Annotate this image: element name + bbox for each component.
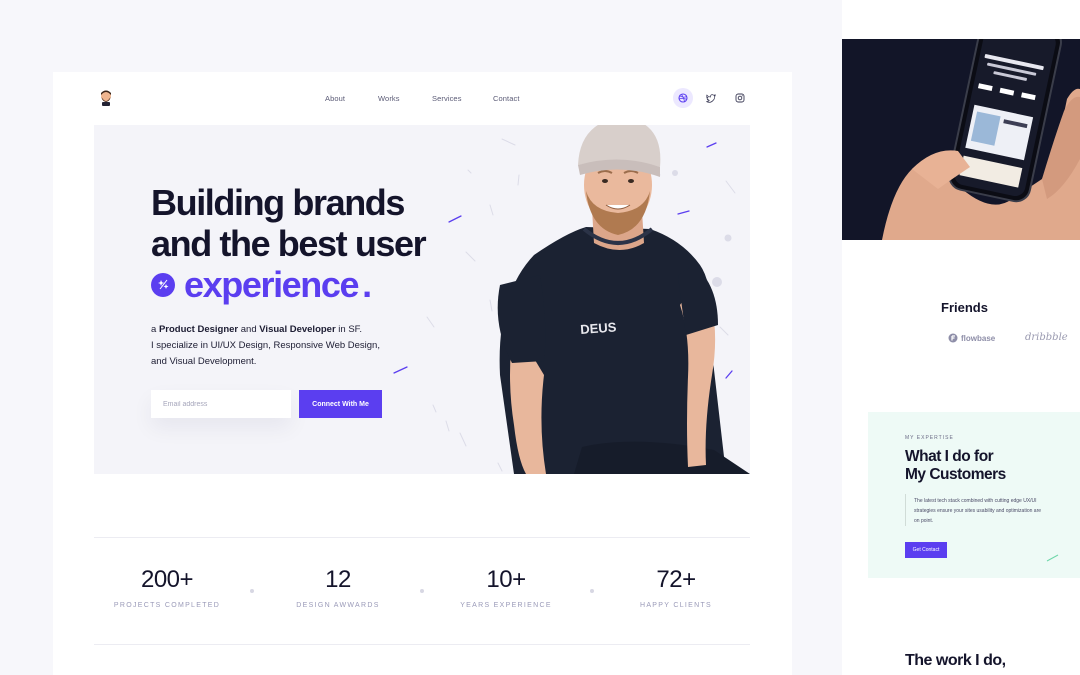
stat-label: HAPPY CLIENTS <box>639 602 712 609</box>
get-contact-button[interactable]: Get Contact <box>905 542 947 558</box>
expertise-tag: MY EXPERTISE <box>905 435 954 441</box>
expertise-card: MY EXPERTISE What I do for My Customers … <box>868 412 1080 578</box>
hero-portrait: DEUS <box>497 125 750 474</box>
email-input[interactable] <box>151 390 291 418</box>
stat-label: DESIGN AWWARDS <box>296 602 380 609</box>
hero-title-line1: Building brands <box>151 182 405 223</box>
nav-about[interactable]: About <box>325 94 345 103</box>
connect-button[interactable]: Connect With Me <box>299 390 382 418</box>
stats-divider-top <box>94 537 750 538</box>
stat-separator <box>590 589 594 593</box>
expertise-quote-bar <box>905 494 906 526</box>
stat-value: 200+ <box>140 566 194 593</box>
flowbase-icon <box>948 333 958 343</box>
expertise-text: The latest tech stack combined with cutt… <box>914 498 1042 524</box>
confetti-decoration <box>1046 554 1059 562</box>
desc-prefix: a <box>151 324 159 335</box>
hero-title-accent: experience <box>184 264 360 305</box>
stat-label: YEARS EXPERIENCE <box>460 602 552 609</box>
hero-title: Building brands and the best user experi… <box>151 182 427 305</box>
desc-and: and <box>238 324 260 335</box>
desc-line2: I specialize in UI/UX Design, Responsive… <box>151 340 380 351</box>
hero-title-line2: and the best user <box>151 223 427 264</box>
side-panel-top <box>842 0 1080 39</box>
expertise-title-line2: My Customers <box>905 466 1006 483</box>
dribbble-logo[interactable]: dribbble <box>1025 332 1068 343</box>
expertise-title: What I do for My Customers <box>905 448 1006 484</box>
nav-contact[interactable]: Contact <box>493 94 520 103</box>
stat-label: PROJECTS COMPLETED <box>113 602 221 609</box>
stat-value: 72+ <box>656 566 696 593</box>
instagram-icon[interactable] <box>730 88 750 108</box>
shirt-print: DEUS <box>580 319 617 337</box>
hero-title-line3: experience . <box>151 264 425 305</box>
flowbase-logo[interactable]: flowbase <box>948 333 995 343</box>
phone-mockup-panel <box>842 39 1080 240</box>
desc-role-product-designer: Product Designer <box>158 324 239 335</box>
stat-projects: 200+ PROJECTS COMPLETED <box>87 566 247 609</box>
portfolio-card: About Works Services Contact Building br… <box>53 72 792 675</box>
stat-value: 12 <box>325 566 351 593</box>
nav-services[interactable]: Services <box>432 94 462 103</box>
desc-line3: and Visual Development. <box>151 356 257 367</box>
stat-separator <box>420 589 424 593</box>
phone-in-hand-illustration <box>882 39 1080 240</box>
desc-suffix: in SF. <box>335 324 363 335</box>
stat-experience: 10+ YEARS EXPERIENCE <box>426 566 586 609</box>
expertise-title-line1: What I do for <box>905 448 994 465</box>
twitter-icon[interactable] <box>701 88 721 108</box>
stats-divider-bottom <box>94 644 750 645</box>
avatar-logo-icon[interactable] <box>99 90 113 106</box>
hero-title-dot: . <box>362 264 372 305</box>
flowbase-label: flowbase <box>961 333 996 343</box>
sparkle-icon <box>151 272 175 297</box>
work-title: The work I do, <box>905 652 1006 669</box>
desc-role-visual-developer: Visual Developer <box>259 324 336 335</box>
stat-separator <box>250 589 254 593</box>
friends-title: Friends <box>941 300 988 315</box>
hero-description: a Product Designer and Visual Developer … <box>151 322 391 370</box>
stat-clients: 72+ HAPPY CLIENTS <box>596 566 756 609</box>
stat-awards: 12 DESIGN AWWARDS <box>258 566 418 609</box>
nav-works[interactable]: Works <box>378 94 400 103</box>
stat-value: 10+ <box>486 566 526 593</box>
dribbble-icon[interactable] <box>673 88 693 108</box>
hero-section: Building brands and the best user experi… <box>94 125 750 474</box>
